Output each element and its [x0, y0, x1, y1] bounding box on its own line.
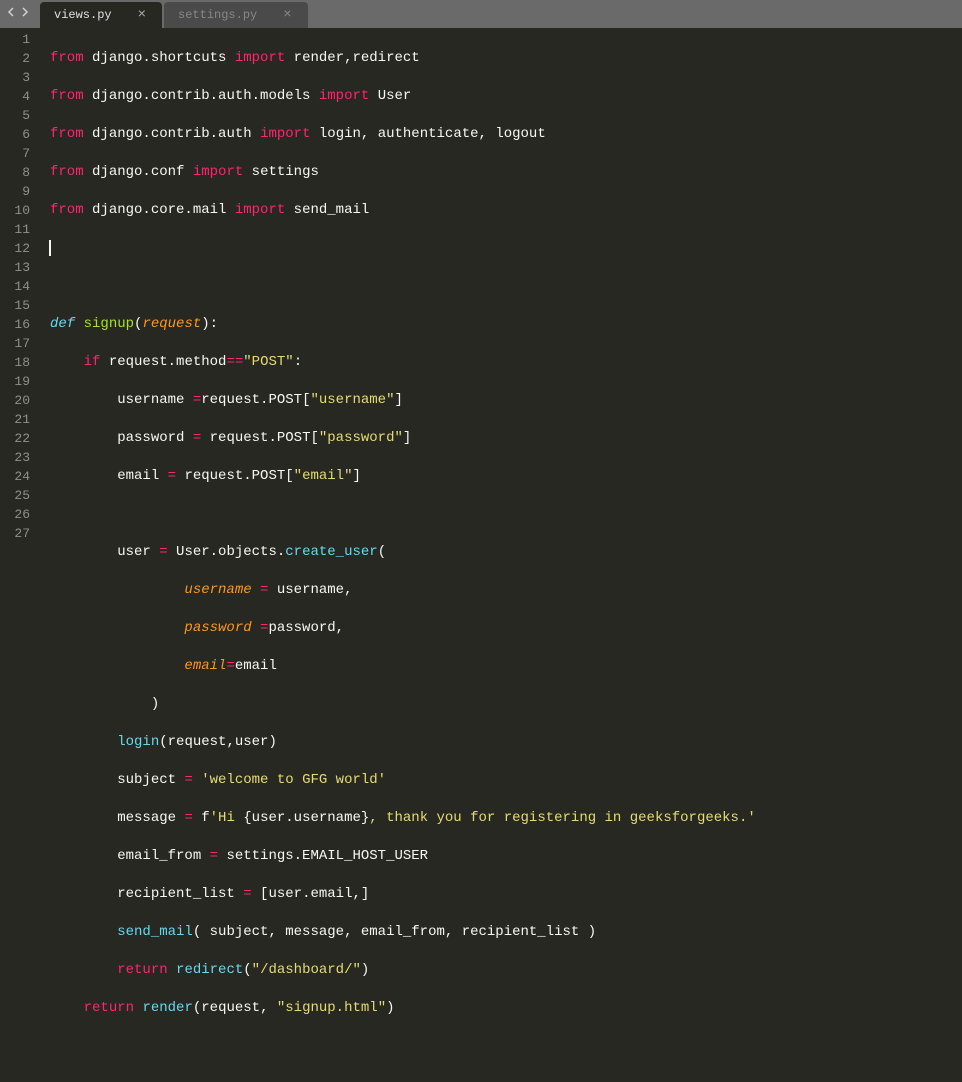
line-number: 23: [0, 448, 30, 467]
line-number: 11: [0, 220, 30, 239]
nav-back-button[interactable]: [4, 3, 18, 21]
line-number: 25: [0, 486, 30, 505]
line-number: 3: [0, 68, 30, 87]
line-number: 17: [0, 334, 30, 353]
nav-controls: [4, 3, 32, 21]
line-number: 15: [0, 296, 30, 315]
line-number: 13: [0, 258, 30, 277]
line-number: 18: [0, 353, 30, 372]
line-number: 27: [0, 524, 30, 543]
code-editor[interactable]: 1234567891011121314151617181920212223242…: [0, 28, 962, 541]
line-number: 24: [0, 467, 30, 486]
line-number: 21: [0, 410, 30, 429]
close-icon[interactable]: ×: [281, 7, 293, 23]
line-number: 9: [0, 182, 30, 201]
line-number: 4: [0, 87, 30, 106]
line-number: 6: [0, 125, 30, 144]
line-number: 2: [0, 49, 30, 68]
line-number-gutter: 1234567891011121314151617181920212223242…: [0, 28, 40, 541]
line-number: 1: [0, 30, 30, 49]
line-number: 5: [0, 106, 30, 125]
tab-settings-py[interactable]: settings.py ×: [164, 2, 308, 28]
tab-label: settings.py: [178, 8, 257, 22]
nav-forward-button[interactable]: [18, 3, 32, 21]
line-number: 19: [0, 372, 30, 391]
line-number: 12: [0, 239, 30, 258]
tab-bar: views.py × settings.py ×: [0, 0, 962, 28]
line-number: 10: [0, 201, 30, 220]
code-content[interactable]: from django.shortcuts import render,redi…: [40, 28, 962, 541]
close-icon[interactable]: ×: [136, 7, 148, 23]
line-number: 26: [0, 505, 30, 524]
tab-views-py[interactable]: views.py ×: [40, 2, 162, 28]
line-number: 14: [0, 277, 30, 296]
line-number: 7: [0, 144, 30, 163]
line-number: 8: [0, 163, 30, 182]
line-number: 22: [0, 429, 30, 448]
line-number: 20: [0, 391, 30, 410]
tab-label: views.py: [54, 8, 112, 22]
line-number: 16: [0, 315, 30, 334]
text-cursor: [49, 240, 51, 256]
